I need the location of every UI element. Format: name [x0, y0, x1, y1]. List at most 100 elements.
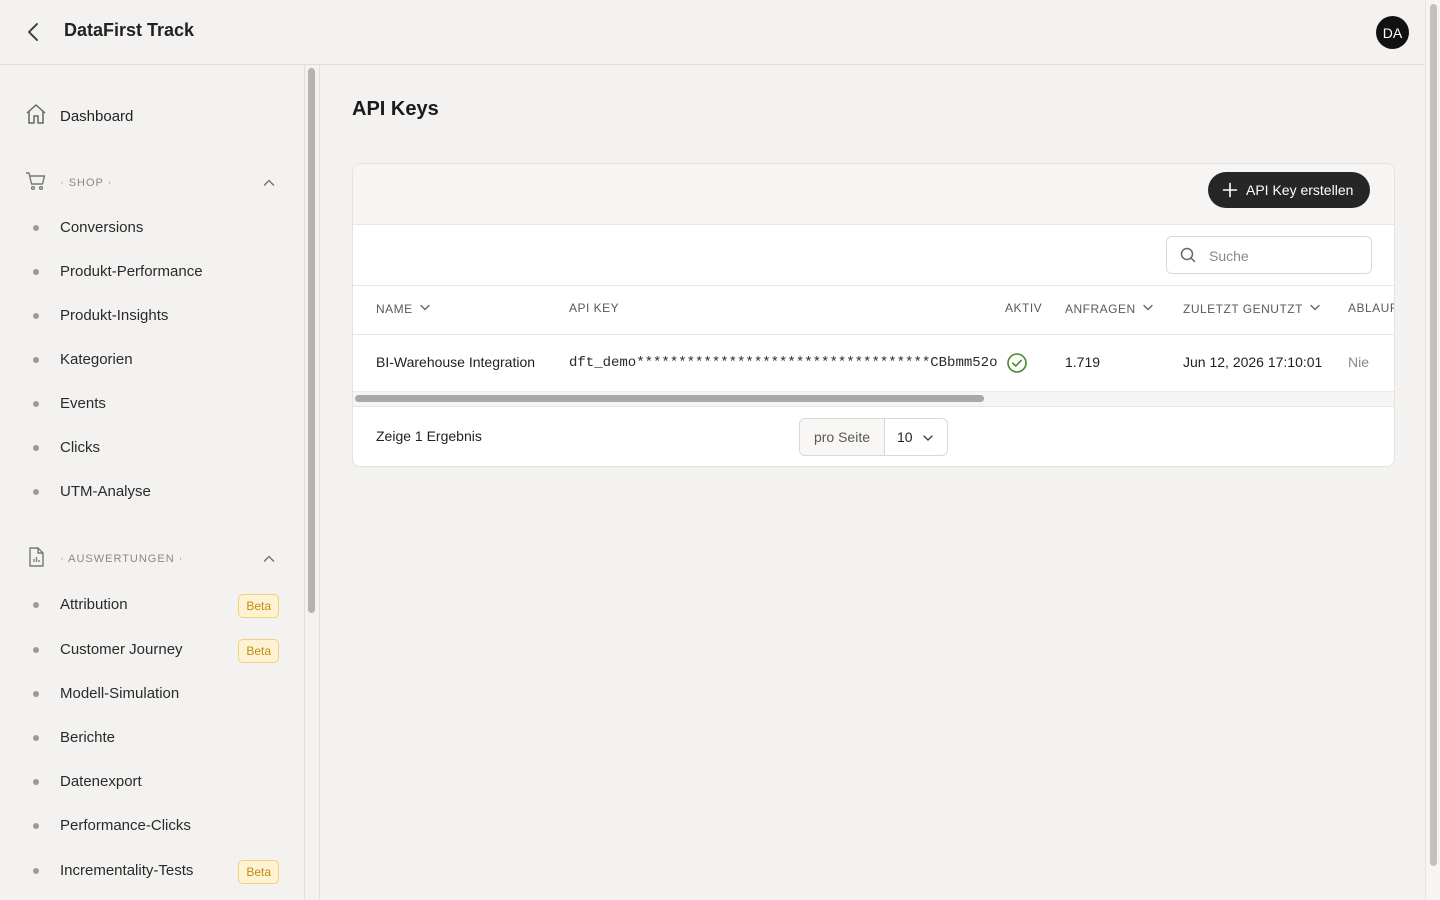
result-count: Zeige 1 Ergebnis — [376, 428, 482, 444]
sidebar-item-label: Datenexport — [60, 773, 142, 790]
chevron-up-icon — [262, 176, 276, 195]
bullet-dot — [33, 735, 39, 741]
table-horizontal-scrollbar-thumb[interactable] — [355, 395, 984, 402]
sidebar-item-kategorien[interactable]: Kategorien — [30, 347, 280, 373]
back-arrow-icon[interactable] — [22, 20, 46, 44]
sidebar-item-produkt-insights[interactable]: Produkt-Insights — [30, 303, 280, 329]
sidebar-item-label: Berichte — [60, 729, 116, 746]
column-header-label: AKTIV — [1005, 301, 1043, 315]
divider — [353, 285, 1394, 286]
bullet-dot — [33, 779, 39, 785]
bullet-dot — [33, 357, 39, 363]
avatar[interactable]: DA — [1376, 16, 1409, 49]
page-title: API Keys — [352, 98, 439, 120]
sidebar-item-incrementality-tests[interactable]: Incrementality-Tests Beta — [30, 858, 280, 884]
api-keys-card: API Key erstellen NAME API KEY AKTIV ANF… — [352, 163, 1395, 467]
sidebar-scrollbar-thumb[interactable] — [308, 68, 315, 613]
chevron-up-icon — [262, 552, 276, 571]
chevron-down-icon — [922, 431, 934, 449]
bullet-dot — [33, 823, 39, 829]
cell-api-key: dft_demo********************************… — [569, 355, 998, 371]
column-header-label: NAME — [376, 301, 413, 316]
sidebar-item-utm-analyse[interactable]: UTM-Analyse — [30, 479, 280, 505]
chevron-down-icon — [1142, 301, 1154, 316]
report-icon — [24, 545, 48, 574]
cell-ablauf: Nie — [1348, 354, 1370, 370]
sidebar-item-label: Produkt-Performance — [60, 263, 203, 280]
top-bar: DataFirst Track DA — [0, 0, 1425, 65]
search-icon — [1180, 247, 1196, 268]
sidebar-item-label: Events — [60, 395, 106, 412]
sidebar-item-label: Kategorien — [60, 351, 133, 368]
beta-badge: Beta — [238, 639, 279, 663]
beta-badge: Beta — [238, 594, 279, 618]
sidebar-item-label: Performance-Clicks — [60, 817, 191, 834]
column-header-zuletzt-genutzt[interactable]: ZULETZT GENUTZT — [1183, 301, 1321, 316]
card-toolbar: API Key erstellen — [353, 164, 1394, 225]
column-header-label: ANFRAGEN — [1065, 301, 1136, 316]
sidebar-item-label: UTM-Analyse — [60, 483, 151, 500]
sidebar-item-attribution[interactable]: Attribution Beta — [30, 592, 280, 618]
column-header-anfragen[interactable]: ANFRAGEN — [1065, 301, 1154, 316]
sidebar-item-dashboard[interactable]: Dashboard — [24, 102, 133, 131]
sidebar-item-produkt-performance[interactable]: Produkt-Performance — [30, 259, 280, 285]
sidebar-item-events[interactable]: Events — [30, 391, 280, 417]
cell-zuletzt-genutzt: Jun 12, 2026 17:10:01 — [1183, 354, 1323, 370]
plus-icon — [1222, 182, 1238, 201]
bullet-dot — [33, 489, 39, 495]
sidebar-item-berichte[interactable]: Berichte — [30, 725, 280, 751]
bullet-dot — [33, 602, 39, 608]
bullet-dot — [33, 269, 39, 275]
sidebar-item-label: Attribution — [60, 596, 128, 613]
bullet-dot — [33, 445, 39, 451]
per-page-select[interactable]: 10 — [885, 419, 947, 455]
column-header-label: ZULETZT GENUTZT — [1183, 301, 1303, 316]
create-api-key-label: API Key erstellen — [1246, 182, 1354, 198]
section-auswertungen-toggle[interactable]: · AUSWERTUNGEN · — [24, 545, 280, 574]
beta-badge: Beta — [238, 860, 279, 884]
divider — [353, 334, 1394, 335]
chevron-down-icon — [419, 301, 431, 316]
column-header-aktiv: AKTIV — [1005, 301, 1042, 315]
bullet-dot — [33, 225, 39, 231]
active-check-icon — [1006, 352, 1028, 377]
sidebar-item-conversions[interactable]: Conversions — [30, 215, 280, 241]
section-label: · AUSWERTUNGEN · — [60, 553, 184, 565]
sidebar-item-datenexport[interactable]: Datenexport — [30, 769, 280, 795]
bullet-dot — [33, 647, 39, 653]
app-title: DataFirst Track — [64, 20, 195, 40]
cart-icon — [24, 169, 48, 198]
per-page-value: 10 — [897, 429, 913, 445]
sidebar-item-label: Customer Journey — [60, 641, 183, 658]
per-page-control: pro Seite 10 — [799, 418, 948, 456]
bullet-dot — [33, 691, 39, 697]
column-header-label: ABLAUF — [1348, 301, 1395, 315]
home-icon — [24, 102, 48, 131]
chevron-down-icon — [1309, 301, 1321, 316]
column-header-api-key: API KEY — [569, 301, 619, 315]
sidebar-item-label: Dashboard — [60, 107, 134, 125]
sidebar-item-label: Incrementality-Tests — [60, 862, 194, 879]
sidebar-item-label: Produkt-Insights — [60, 307, 169, 324]
sidebar-item-clicks[interactable]: Clicks — [30, 435, 280, 461]
column-header-ablauf: ABLAUF — [1348, 301, 1395, 315]
sidebar-item-label: Conversions — [60, 219, 144, 236]
column-header-name[interactable]: NAME — [376, 301, 431, 316]
section-label: · SHOP · — [60, 177, 113, 189]
sidebar-item-performance-clicks[interactable]: Performance-Clicks — [30, 813, 280, 839]
cell-anfragen: 1.719 — [1065, 354, 1101, 370]
column-header-label: API KEY — [569, 301, 620, 315]
sidebar-item-modell-simulation[interactable]: Modell-Simulation — [30, 681, 280, 707]
cell-name: BI-Warehouse Integration — [376, 354, 536, 370]
search-field[interactable] — [1166, 236, 1372, 274]
sidebar-item-label: Clicks — [60, 439, 100, 456]
per-page-label: pro Seite — [800, 419, 885, 455]
section-shop-toggle[interactable]: · SHOP · — [24, 171, 280, 195]
sidebar-item-customer-journey[interactable]: Customer Journey Beta — [30, 637, 280, 663]
bullet-dot — [33, 868, 39, 874]
create-api-key-button[interactable]: API Key erstellen — [1208, 172, 1370, 208]
page-scrollbar-thumb[interactable] — [1430, 4, 1437, 866]
sidebar-item-label: Modell-Simulation — [60, 685, 180, 702]
bullet-dot — [33, 313, 39, 319]
search-input[interactable] — [1207, 245, 1361, 267]
